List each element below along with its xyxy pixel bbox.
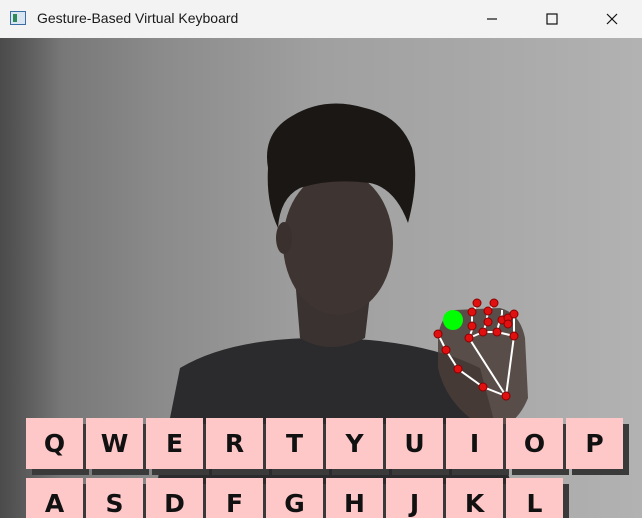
person-ear <box>276 222 292 254</box>
key-s[interactable]: S <box>86 478 143 518</box>
key-a[interactable]: A <box>26 478 83 518</box>
landmark-point <box>483 306 493 316</box>
landmark-point <box>467 307 477 317</box>
key-j[interactable]: J <box>386 478 443 518</box>
key-g[interactable]: G <box>266 478 323 518</box>
key-e[interactable]: E <box>146 418 203 469</box>
key-d[interactable]: D <box>146 478 203 518</box>
camera-feed: Q W E R T Y U I O P A S D F G H J K L <box>0 38 642 518</box>
close-button[interactable] <box>589 0 635 38</box>
key-o[interactable]: O <box>506 418 563 469</box>
minimize-icon <box>487 18 497 20</box>
maximize-button[interactable] <box>529 0 575 38</box>
window-title: Gesture-Based Virtual Keyboard <box>37 10 239 26</box>
fingertip-cursor <box>443 310 463 330</box>
app-icon <box>10 11 26 25</box>
close-icon <box>606 13 618 25</box>
key-p[interactable]: P <box>566 418 623 469</box>
person-face <box>283 171 393 315</box>
key-y[interactable]: Y <box>326 418 383 469</box>
key-r[interactable]: R <box>206 418 263 469</box>
landmark-point <box>501 391 511 401</box>
key-k[interactable]: K <box>446 478 503 518</box>
landmark-point <box>509 309 519 319</box>
key-f[interactable]: F <box>206 478 263 518</box>
landmark-point <box>509 331 519 341</box>
key-u[interactable]: U <box>386 418 443 469</box>
landmark-point <box>441 345 451 355</box>
minimize-button[interactable] <box>469 0 515 38</box>
key-w[interactable]: W <box>86 418 143 469</box>
key-h[interactable]: H <box>326 478 383 518</box>
landmark-point <box>503 319 513 329</box>
key-q[interactable]: Q <box>26 418 83 469</box>
landmark-point <box>483 317 493 327</box>
key-i[interactable]: I <box>446 418 503 469</box>
landmark-point <box>478 382 488 392</box>
landmark-point <box>472 298 482 308</box>
maximize-icon <box>546 13 558 25</box>
landmark-point <box>467 321 477 331</box>
landmark-point <box>489 298 499 308</box>
title-bar: Gesture-Based Virtual Keyboard <box>0 0 642 39</box>
landmark-point <box>492 327 502 337</box>
key-l[interactable]: L <box>506 478 563 518</box>
landmark-point <box>433 329 443 339</box>
landmark-point <box>478 327 488 337</box>
key-t[interactable]: T <box>266 418 323 469</box>
landmark-point <box>453 364 463 374</box>
landmark-point <box>464 333 474 343</box>
